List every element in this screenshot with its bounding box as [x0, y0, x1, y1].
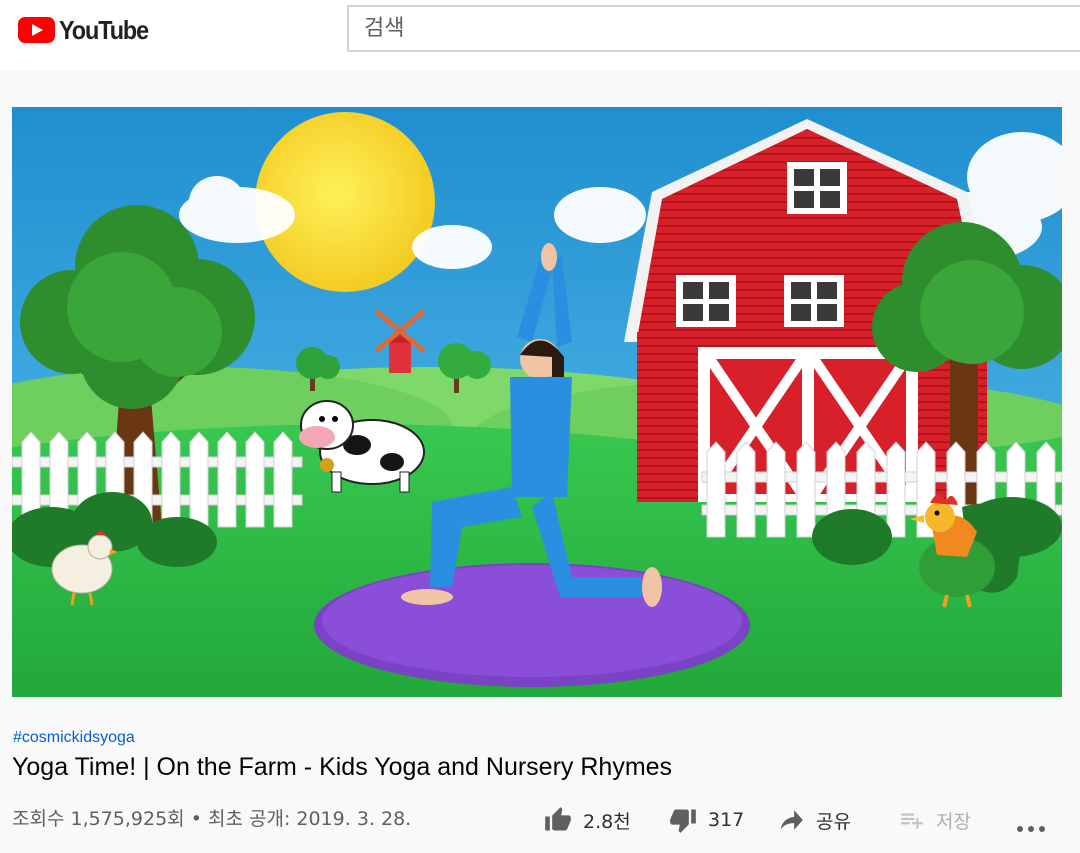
youtube-logo[interactable]: YouTube	[18, 15, 158, 45]
video-title: Yoga Time! | On the Farm - Kids Yoga and…	[12, 753, 673, 781]
share-label: 공유	[816, 810, 851, 833]
youtube-play-icon	[18, 17, 55, 43]
fence-picket	[161, 431, 181, 528]
video-player[interactable]	[12, 107, 1062, 697]
save-button[interactable]: 저장	[898, 800, 971, 840]
fence-picket	[886, 441, 906, 538]
fence-picket	[766, 441, 786, 538]
fence-picket	[273, 431, 293, 528]
dislike-button[interactable]: 317	[668, 800, 744, 840]
share-button[interactable]: 공유	[778, 800, 851, 840]
dislike-count: 317	[708, 809, 745, 831]
thumbs-up-icon	[545, 807, 571, 831]
more-actions-button[interactable]	[1015, 800, 1047, 840]
like-count: 2.8천	[583, 810, 631, 833]
fence-picket	[189, 431, 209, 528]
playlist-add-icon	[901, 813, 923, 829]
hashtag-link[interactable]: #cosmickidsyoga	[13, 729, 135, 747]
logo-wordmark: YouTube	[59, 14, 149, 45]
more-horizontal-icon	[1017, 826, 1045, 832]
fence-picket	[736, 441, 756, 538]
video-actions: 2.8천 317 공유 저장	[0, 800, 1080, 840]
fence-picket	[796, 441, 816, 538]
video-frame	[12, 107, 1062, 697]
fence-picket	[245, 431, 265, 528]
masthead: YouTube	[0, 0, 1080, 70]
search-input[interactable]	[347, 5, 1080, 52]
fence-picket	[217, 431, 237, 528]
thumbs-down-icon	[670, 809, 696, 833]
fence-picket	[706, 441, 726, 538]
share-arrow-icon	[780, 810, 803, 830]
like-button[interactable]: 2.8천	[543, 800, 631, 840]
save-label: 저장	[936, 810, 971, 833]
